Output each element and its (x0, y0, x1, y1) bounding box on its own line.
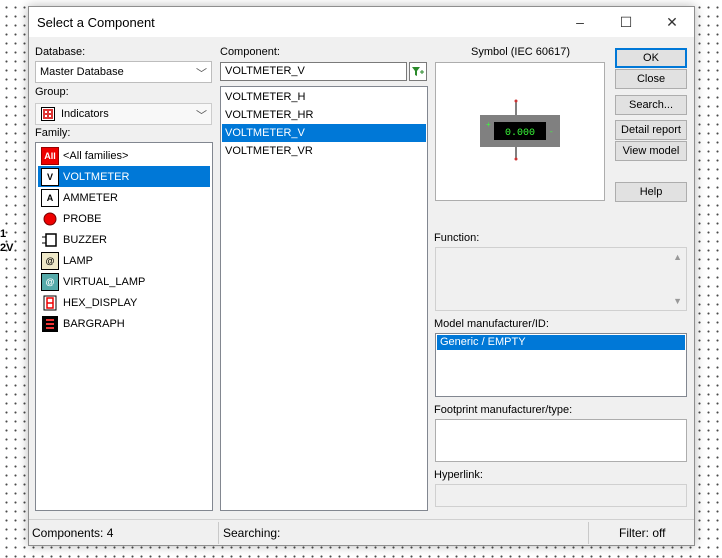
status-searching: Searching: (223, 526, 281, 540)
minus-terminal: - (550, 127, 553, 136)
family-item-lamp[interactable]: @ LAMP (38, 250, 210, 271)
function-label: Function: (434, 232, 480, 244)
detail-report-button[interactable]: Detail report (615, 120, 687, 140)
group-select[interactable]: Indicators ﹀ (35, 103, 212, 125)
all-families-icon: All (41, 146, 59, 165)
family-item-ammeter[interactable]: A AMMETER (38, 187, 210, 208)
hyperlink-field[interactable] (435, 484, 687, 507)
maximize-icon: ☐ (619, 13, 633, 30)
function-textbox[interactable]: ▲ ▼ (435, 247, 687, 311)
close-button[interactable]: Close (615, 69, 687, 89)
filter-icon (412, 66, 424, 76)
model-manufacturer-list[interactable]: Generic / EMPTY (435, 333, 687, 397)
plus-terminal: + (486, 120, 491, 129)
family-item-label: VIRTUAL_LAMP (63, 275, 146, 288)
family-item-label: AMMETER (63, 191, 118, 204)
database-select[interactable]: Master Database ﹀ (35, 61, 212, 83)
select-component-dialog: Select a Component – ☐ ✕ Database: Maste… (28, 6, 695, 546)
status-filter: Filter: off (619, 526, 666, 540)
status-divider (218, 522, 219, 544)
bargraph-icon (41, 314, 59, 333)
family-list[interactable]: All <All families> V VOLTMETER A AMMETER… (35, 142, 213, 511)
family-item-label: BUZZER (63, 233, 107, 246)
minimize-icon: – (576, 14, 584, 30)
chevron-down-icon: ﹀ (196, 110, 207, 122)
family-item-buzzer[interactable]: BUZZER (38, 229, 210, 250)
component-item[interactable]: VOLTMETER_H (222, 88, 426, 106)
database-value: Master Database (40, 66, 124, 78)
buzzer-icon (41, 230, 59, 249)
symbol-label: Symbol (IEC 60617) (471, 46, 571, 58)
family-item-label: BARGRAPH (63, 317, 125, 330)
display-value: 0.000 (505, 128, 535, 139)
hyperlink-label: Hyperlink: (434, 469, 483, 481)
filter-button[interactable] (409, 62, 427, 81)
status-components: Components: 4 (32, 526, 114, 540)
component-item[interactable]: VOLTMETER_V (222, 124, 426, 142)
family-item-label: LAMP (63, 254, 93, 267)
family-label: Family: (35, 127, 71, 139)
ammeter-icon: A (41, 188, 59, 207)
status-divider (588, 522, 589, 544)
voltmeter-symbol-icon: 0.000 + - (480, 99, 560, 161)
scroll-down-icon[interactable]: ▼ (673, 296, 682, 306)
status-bar: Components: 4 Searching: Filter: off (29, 519, 694, 545)
schematic-label-2v: 2V (0, 242, 14, 254)
family-item-hex-display[interactable]: HEX_DISPLAY (38, 292, 210, 313)
component-item[interactable]: VOLTMETER_VR (222, 142, 426, 160)
family-item-label: PROBE (63, 212, 102, 225)
group-value: Indicators (61, 108, 109, 120)
indicators-group-icon (41, 107, 55, 121)
maximize-button[interactable]: ☐ (603, 7, 649, 37)
model-manufacturer-label: Model manufacturer/ID: (434, 318, 549, 330)
family-item-label: HEX_DISPLAY (63, 296, 138, 309)
view-model-button[interactable]: View model (615, 141, 687, 161)
component-label: Component: (220, 46, 280, 58)
family-item-label: <All families> (63, 149, 129, 162)
help-button[interactable]: Help (615, 182, 687, 202)
symbol-preview: 0.000 + - (435, 62, 605, 201)
model-item[interactable]: Generic / EMPTY (437, 335, 685, 350)
family-item-all[interactable]: All <All families> (38, 145, 210, 166)
ok-button[interactable]: OK (615, 48, 687, 68)
lamp-icon: @ (41, 251, 59, 270)
component-search-value: VOLTMETER_V (225, 65, 305, 77)
family-item-voltmeter[interactable]: V VOLTMETER (38, 166, 210, 187)
family-item-virtual-lamp[interactable]: @ VIRTUAL_LAMP (38, 271, 210, 292)
title-bar: Select a Component – ☐ ✕ (29, 7, 694, 37)
component-item[interactable]: VOLTMETER_HR (222, 106, 426, 124)
close-window-button[interactable]: ✕ (649, 7, 695, 37)
footprint-label: Footprint manufacturer/type: (434, 404, 573, 416)
database-label: Database: (35, 46, 86, 58)
component-search-input[interactable]: VOLTMETER_V (220, 62, 407, 81)
component-list[interactable]: VOLTMETER_H VOLTMETER_HR VOLTMETER_V VOL… (220, 86, 428, 511)
family-item-label: VOLTMETER (63, 170, 130, 183)
voltmeter-icon: V (41, 167, 59, 186)
close-icon: ✕ (666, 13, 678, 30)
scroll-up-icon[interactable]: ▲ (673, 252, 682, 262)
dialog-title: Select a Component (37, 15, 155, 30)
minimize-button[interactable]: – (557, 7, 603, 37)
group-label: Group: (35, 86, 69, 98)
virtual-lamp-icon: @ (41, 272, 59, 291)
search-button[interactable]: Search... (615, 95, 687, 115)
family-item-probe[interactable]: PROBE (38, 208, 210, 229)
hex-display-icon (41, 293, 59, 312)
schematic-label-1: 1 (0, 228, 7, 240)
chevron-down-icon: ﹀ (196, 68, 207, 80)
footprint-list[interactable] (435, 419, 687, 462)
probe-icon (41, 209, 59, 228)
family-item-bargraph[interactable]: BARGRAPH (38, 313, 210, 334)
